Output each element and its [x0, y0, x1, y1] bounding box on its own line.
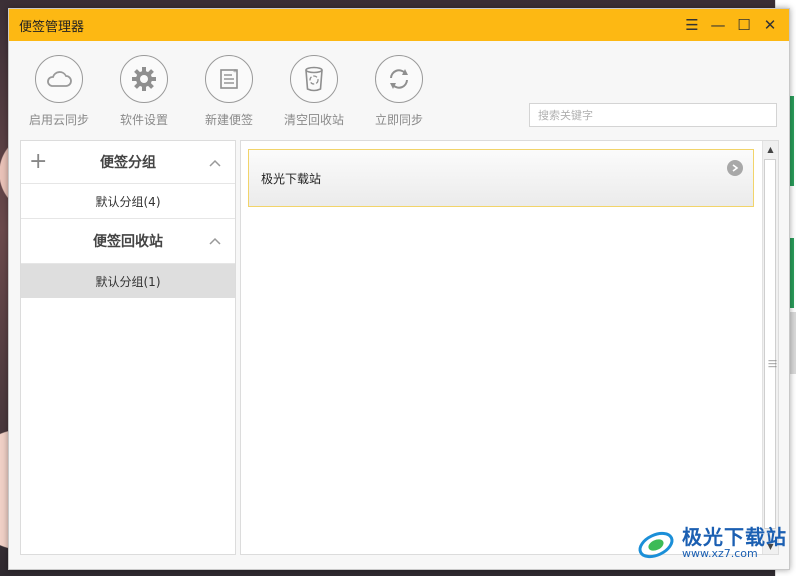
sync-now-label: 立即同步	[374, 113, 423, 127]
note-groups-header[interactable]: + 便签分组	[21, 141, 235, 184]
watermark-logo-icon	[638, 531, 674, 559]
group-sidebar: + 便签分组 默认分组(4) 便签回收站 默认分组(1)	[20, 140, 236, 555]
sync-now-button[interactable]: 立即同步	[359, 55, 439, 128]
new-note-label: 新建便签	[204, 113, 253, 127]
add-group-icon[interactable]: +	[29, 149, 47, 174]
settings-button[interactable]: 软件设置	[104, 55, 184, 128]
note-groups-title: 便签分组	[100, 155, 156, 171]
chevron-right-icon[interactable]	[727, 160, 743, 176]
chevron-up-icon[interactable]	[209, 233, 221, 249]
empty-recycle-bin-button[interactable]: 清空回收站	[274, 55, 354, 128]
cloud-icon	[35, 55, 83, 103]
scrollbar-thumb[interactable]: — — —	[764, 159, 777, 529]
note-title: 极光下载站	[261, 172, 322, 186]
enable-cloud-sync-label: 启用云同步	[28, 113, 89, 127]
vertical-scrollbar[interactable]: ▲ — — — ▼	[762, 141, 778, 554]
recycle-bin-icon	[290, 55, 338, 103]
watermark-url: www.xz7.com	[682, 547, 758, 560]
menu-icon[interactable]: ☰	[679, 9, 705, 41]
close-button[interactable]: ✕	[757, 9, 783, 41]
scroll-up-arrow-icon[interactable]: ▲	[763, 141, 778, 157]
notes-manager-window: 便签管理器 ☰ — ☐ ✕ 启用云同步 软件设置 * 新建便签 清空回收站 立即…	[8, 8, 790, 570]
maximize-button[interactable]: ☐	[731, 9, 757, 41]
watermark-title: 极光下载站	[682, 525, 787, 549]
note-recycle-bin-header[interactable]: 便签回收站	[21, 219, 235, 264]
window-controls: ☰ — ☐ ✕	[679, 9, 783, 41]
svg-text:*: *	[233, 68, 237, 77]
new-note-icon: *	[205, 55, 253, 103]
minimize-button[interactable]: —	[705, 9, 731, 41]
toolbar: 启用云同步 软件设置 * 新建便签 清空回收站 立即同步 搜索关键字	[9, 41, 789, 141]
site-watermark: 极光下载站 www.xz7.com	[636, 520, 788, 566]
enable-cloud-sync-button[interactable]: 启用云同步	[19, 55, 99, 128]
notes-list-panel: 极光下载站 ▲ — — — ▼	[240, 140, 779, 555]
sidebar-item-recycle-default-group[interactable]: 默认分组(1)	[21, 264, 235, 298]
chevron-up-icon[interactable]	[209, 155, 221, 171]
empty-recycle-bin-label: 清空回收站	[283, 113, 344, 127]
sidebar-item-default-group[interactable]: 默认分组(4)	[21, 184, 235, 219]
settings-label: 软件设置	[119, 113, 168, 127]
scrollbar-grip-icon: — — —	[768, 356, 777, 372]
note-recycle-bin-title: 便签回收站	[93, 234, 163, 250]
sync-icon	[375, 55, 423, 103]
window-title: 便签管理器	[19, 19, 85, 35]
search-input[interactable]	[529, 103, 777, 127]
title-bar[interactable]: 便签管理器 ☰ — ☐ ✕	[9, 9, 789, 41]
note-card[interactable]: 极光下载站	[248, 149, 754, 207]
new-note-button[interactable]: * 新建便签	[189, 55, 269, 128]
gear-icon	[120, 55, 168, 103]
